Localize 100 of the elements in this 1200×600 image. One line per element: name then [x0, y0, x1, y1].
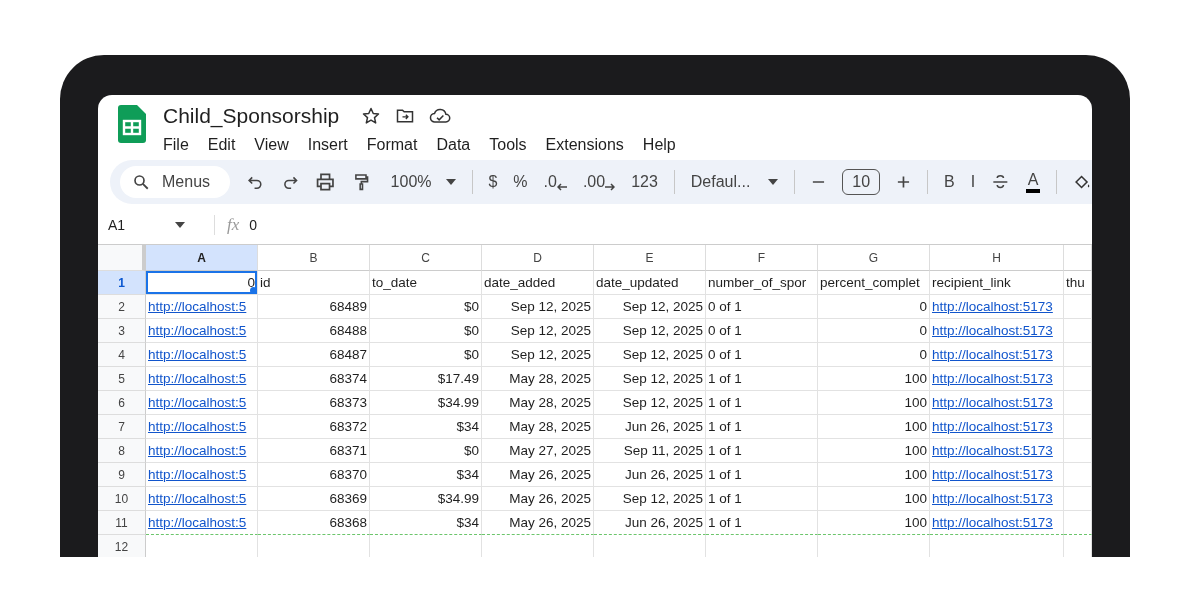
- table-cell: 68374: [329, 371, 367, 386]
- cell-link[interactable]: http://localhost:5: [148, 323, 247, 338]
- menus-search-button[interactable]: Menus: [120, 166, 231, 198]
- row-header[interactable]: 6: [98, 391, 146, 415]
- plus-icon[interactable]: [896, 174, 911, 190]
- cell-link[interactable]: http://localhost:5173: [932, 443, 1053, 458]
- column-header[interactable]: H: [930, 245, 1064, 271]
- cell-link[interactable]: http://localhost:5173: [932, 323, 1053, 338]
- increase-decimal-button[interactable]: .00: [582, 173, 616, 191]
- row-header[interactable]: 9: [98, 463, 146, 487]
- row-header[interactable]: 12: [98, 535, 146, 557]
- table-cell: $34: [456, 467, 479, 482]
- number-format-button[interactable]: 123: [631, 173, 658, 191]
- column-header[interactable]: G: [818, 245, 930, 271]
- fill-handle[interactable]: [250, 287, 257, 294]
- column-header[interactable]: F: [706, 245, 818, 271]
- print-icon[interactable]: [315, 171, 336, 193]
- table-cell: 68369: [329, 491, 367, 506]
- empty-cell[interactable]: [1064, 367, 1092, 391]
- empty-cell[interactable]: [1064, 463, 1092, 487]
- empty-cell[interactable]: [1064, 319, 1092, 343]
- spreadsheet-logo-icon[interactable]: [118, 105, 146, 143]
- menu-item[interactable]: Tools: [489, 135, 527, 155]
- column-header[interactable]: A: [146, 245, 258, 271]
- column-header[interactable]: C: [370, 245, 482, 271]
- row-header[interactable]: 8: [98, 439, 146, 463]
- select-all-corner[interactable]: [98, 245, 146, 271]
- cell-link[interactable]: http://localhost:5173: [932, 419, 1053, 434]
- empty-cell[interactable]: [1064, 343, 1092, 367]
- empty-cell[interactable]: [1064, 511, 1092, 535]
- formula-field[interactable]: 0: [249, 217, 258, 233]
- menu-item[interactable]: Help: [642, 135, 676, 155]
- name-box[interactable]: A1: [98, 217, 208, 233]
- menu-item[interactable]: Edit: [207, 135, 236, 155]
- menu-item[interactable]: Extensions: [545, 135, 624, 155]
- empty-cell[interactable]: [1064, 487, 1092, 511]
- document-title[interactable]: Child_Sponsorship: [163, 104, 340, 128]
- menu-item[interactable]: View: [254, 135, 289, 155]
- empty-cell[interactable]: [1064, 391, 1092, 415]
- table-cell: Sep 12, 2025: [622, 299, 703, 314]
- zoom-dropdown[interactable]: 100%: [390, 173, 456, 191]
- row-header[interactable]: 4: [98, 343, 146, 367]
- cell-link[interactable]: http://localhost:5: [148, 491, 247, 506]
- bold-button[interactable]: B: [943, 173, 955, 191]
- table-cell: $34.99: [437, 395, 479, 410]
- menu-item[interactable]: Format: [366, 135, 418, 155]
- function-icon: fx: [227, 215, 240, 235]
- cell-link[interactable]: http://localhost:5173: [932, 347, 1053, 362]
- table-cell: $0: [463, 347, 479, 362]
- cloud-check-icon[interactable]: [429, 106, 452, 126]
- empty-cell[interactable]: [1064, 415, 1092, 439]
- cell-link[interactable]: http://localhost:5173: [932, 371, 1053, 386]
- table-cell: 100: [904, 467, 927, 482]
- cell-link[interactable]: http://localhost:5: [148, 371, 247, 386]
- table-cell: date_added: [484, 275, 556, 290]
- menu-item[interactable]: File: [163, 135, 189, 155]
- table-cell: May 28, 2025: [509, 395, 591, 410]
- cell-link[interactable]: http://localhost:5173: [932, 467, 1053, 482]
- cell-link[interactable]: http://localhost:5: [148, 299, 247, 314]
- empty-cell[interactable]: [1064, 439, 1092, 463]
- decrease-decimal-button[interactable]: .0: [543, 173, 567, 191]
- caret-icon: [768, 179, 779, 185]
- cell-link[interactable]: http://localhost:5: [148, 347, 247, 362]
- row-header[interactable]: 5: [98, 367, 146, 391]
- table-cell: recipient_link: [932, 275, 1011, 290]
- row-header[interactable]: 1: [98, 271, 146, 295]
- cell-link[interactable]: http://localhost:5173: [932, 299, 1053, 314]
- font-size-field[interactable]: 10: [842, 169, 881, 195]
- table-cell: 68489: [329, 299, 367, 314]
- percent-format-button[interactable]: %: [513, 173, 528, 191]
- column-header[interactable]: [1064, 245, 1092, 271]
- column-header[interactable]: B: [258, 245, 370, 271]
- cell-link[interactable]: http://localhost:5173: [932, 491, 1053, 506]
- table-cell: 0: [247, 275, 255, 290]
- italic-button[interactable]: I: [970, 173, 976, 191]
- text-color-button[interactable]: A: [1025, 171, 1041, 193]
- row-header[interactable]: 2: [98, 295, 146, 319]
- row-header[interactable]: 3: [98, 319, 146, 343]
- row-header[interactable]: 10: [98, 487, 146, 511]
- row-header[interactable]: 11: [98, 511, 146, 535]
- cell-link[interactable]: http://localhost:5: [148, 467, 247, 482]
- cell-link[interactable]: http://localhost:5: [148, 419, 247, 434]
- cell-link[interactable]: http://localhost:5: [148, 515, 247, 530]
- font-dropdown[interactable]: Defaul...: [690, 173, 779, 191]
- currency-format-button[interactable]: $: [488, 173, 498, 191]
- empty-cell[interactable]: [1064, 295, 1092, 319]
- table-cell: Sep 11, 2025: [623, 443, 703, 458]
- cell-link[interactable]: http://localhost:5: [148, 395, 247, 410]
- menu-item[interactable]: Insert: [307, 135, 348, 155]
- column-header[interactable]: D: [482, 245, 594, 271]
- table-cell: $0: [463, 299, 479, 314]
- menu-item[interactable]: Data: [436, 135, 471, 155]
- column-header[interactable]: E: [594, 245, 706, 271]
- cell-link[interactable]: http://localhost:5173: [932, 515, 1053, 530]
- cell-link[interactable]: http://localhost:5: [148, 443, 247, 458]
- row-header[interactable]: 7: [98, 415, 146, 439]
- table-cell: date_updated: [596, 275, 679, 290]
- cell-link[interactable]: http://localhost:5173: [932, 395, 1053, 410]
- star-icon[interactable]: [361, 106, 382, 126]
- folder-icon[interactable]: [395, 106, 416, 126]
